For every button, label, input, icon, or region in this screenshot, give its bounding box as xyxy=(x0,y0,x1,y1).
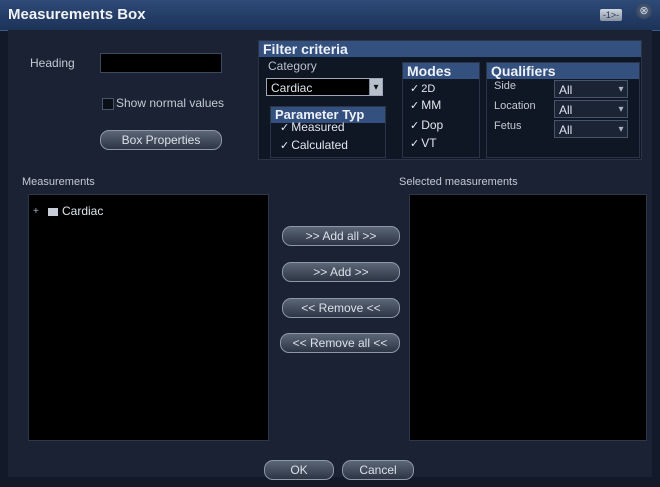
location-value: All xyxy=(559,103,573,117)
mode-vt-checkbox[interactable]: ✓ VT xyxy=(410,136,437,150)
dropdown-arrow-icon: ▾ xyxy=(618,124,624,135)
location-select[interactable]: All ▾ xyxy=(554,100,628,118)
mode-mm-label: MM xyxy=(421,98,442,112)
minimize-icon[interactable]: -1>- xyxy=(600,9,622,21)
checkmark-icon: ✓ xyxy=(410,100,420,112)
selected-measurements-label: Selected measurements xyxy=(399,176,518,188)
box-properties-button[interactable]: Box Properties xyxy=(100,130,222,150)
checkmark-icon: ✓ xyxy=(280,140,290,152)
measured-checkbox[interactable]: ✓ Measured xyxy=(280,120,345,134)
mode-vt-label: VT xyxy=(421,136,437,150)
mode-2d-label: 2D xyxy=(421,83,436,95)
calculated-checkbox[interactable]: ✓ Calculated xyxy=(280,138,348,152)
tree-item-label: Cardiac xyxy=(62,204,104,218)
checkmark-icon: ✓ xyxy=(280,122,290,134)
close-icon[interactable]: ⊗ xyxy=(636,3,652,19)
measurements-label: Measurements xyxy=(22,176,95,188)
fetus-select[interactable]: All ▾ xyxy=(554,120,628,138)
mode-dop-checkbox[interactable]: ✓ Dop xyxy=(410,118,443,132)
fetus-value: All xyxy=(559,123,573,137)
category-select[interactable]: Cardiac ▾ xyxy=(266,78,383,96)
tree-item-cardiac[interactable]: Cardiac xyxy=(48,204,103,218)
checkmark-icon: ✓ xyxy=(410,138,420,150)
filter-criteria-title: Filter criteria xyxy=(259,41,641,57)
heading-input[interactable] xyxy=(100,53,222,73)
side-label: Side xyxy=(494,80,517,92)
dropdown-arrow-icon: ▾ xyxy=(618,104,624,115)
measured-label: Measured xyxy=(291,120,345,134)
calculated-label: Calculated xyxy=(291,138,348,152)
category-value: Cardiac xyxy=(271,81,313,95)
document-icon xyxy=(48,207,58,216)
modes-title: Modes xyxy=(403,63,479,79)
remove-button[interactable]: << Remove << xyxy=(282,298,400,318)
cancel-button[interactable]: Cancel xyxy=(342,460,414,480)
dropdown-arrow-icon: ▾ xyxy=(618,84,624,95)
add-button[interactable]: >> Add >> xyxy=(282,262,400,282)
selected-measurements-list[interactable] xyxy=(409,194,647,441)
mode-mm-checkbox[interactable]: ✓ MM xyxy=(410,98,441,112)
remove-all-button[interactable]: << Remove all << xyxy=(280,333,400,353)
show-normal-values-label: Show normal values xyxy=(116,96,225,110)
checkmark-icon: ✓ xyxy=(410,83,420,95)
add-all-button[interactable]: >> Add all >> xyxy=(282,226,400,246)
fetus-label: Fetus xyxy=(494,120,522,132)
window-title: Measurements Box xyxy=(8,6,146,23)
side-value: All xyxy=(559,83,573,97)
qualifiers-title: Qualifiers xyxy=(487,63,639,79)
category-label: Category xyxy=(268,59,317,73)
heading-label: Heading xyxy=(30,56,75,70)
mode-2d-checkbox[interactable]: ✓ 2D xyxy=(410,82,435,95)
show-normal-values-checkbox[interactable] xyxy=(102,98,114,110)
side-select[interactable]: All ▾ xyxy=(554,80,628,98)
measurements-list[interactable] xyxy=(28,194,269,441)
dropdown-arrow-icon: ▾ xyxy=(369,79,382,95)
title-bar[interactable]: Measurements Box -1>- ⊗ xyxy=(0,0,660,31)
checkmark-icon: ✓ xyxy=(410,120,420,132)
expand-icon[interactable]: + xyxy=(33,206,39,217)
measurements-dialog: Measurements Box -1>- ⊗ Heading Show nor… xyxy=(0,0,660,487)
ok-button[interactable]: OK xyxy=(264,460,334,480)
mode-dop-label: Dop xyxy=(421,118,444,132)
location-label: Location xyxy=(494,100,536,112)
